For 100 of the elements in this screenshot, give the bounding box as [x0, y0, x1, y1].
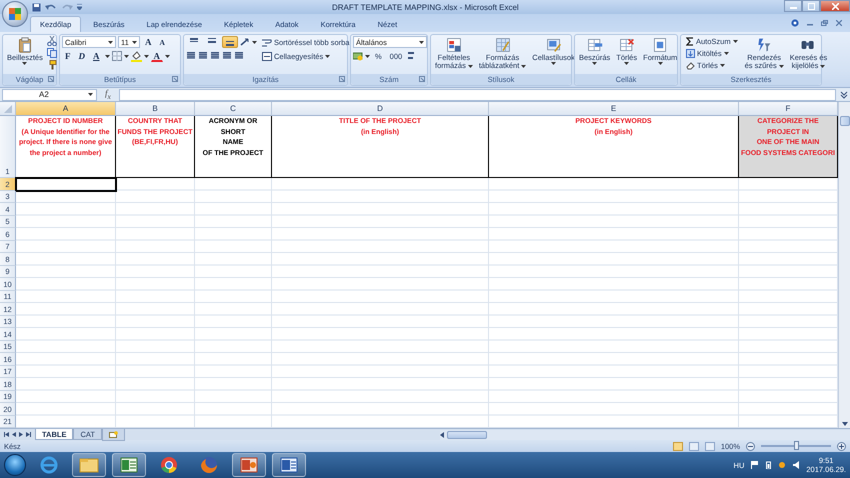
format-painter-icon[interactable]: [46, 60, 57, 70]
eraser-icon: [686, 61, 695, 70]
formula-input[interactable]: [118, 88, 836, 100]
column-header[interactable]: E: [489, 102, 739, 116]
new-sheet-icon: [108, 430, 118, 438]
restore-icon[interactable]: [821, 20, 828, 26]
vertical-align-button[interactable]: [222, 36, 238, 48]
help-icon[interactable]: [791, 19, 799, 27]
align-icon: [207, 38, 217, 46]
scissors-icon[interactable]: [46, 36, 57, 46]
column-header[interactable]: D: [272, 102, 489, 116]
insert-sheet-tab[interactable]: [102, 428, 125, 440]
orientation-icon[interactable]: [240, 38, 250, 46]
caret-icon: [724, 52, 729, 55]
expand-icon[interactable]: [840, 90, 848, 98]
start-button[interactable]: [4, 454, 26, 476]
grow-font-button[interactable]: A: [142, 36, 154, 48]
caret-icon: [365, 54, 370, 58]
caret-icon: [624, 62, 630, 65]
dialog-launcher-icon[interactable]: [339, 76, 345, 82]
taskbar-app[interactable]: [112, 453, 146, 477]
currency-icon[interactable]: [353, 51, 363, 61]
caret-icon: [468, 64, 473, 68]
clipboard-icon: [16, 37, 33, 53]
scroll-down-icon: [842, 422, 848, 426]
active-cell[interactable]: [16, 178, 116, 190]
column-header[interactable]: F: [739, 102, 838, 116]
dialog-launcher-icon[interactable]: [172, 76, 178, 82]
wrap-icon: [262, 38, 272, 46]
align-right-icon[interactable]: [210, 50, 220, 60]
previous-sheet-icon[interactable]: [12, 432, 16, 437]
insert-cells-icon: [586, 37, 603, 53]
taskbar-app[interactable]: [72, 453, 106, 477]
function-label[interactable]: f$_{x}$: [101, 88, 115, 101]
font-color-button[interactable]: A: [150, 50, 163, 62]
next-sheet-icon[interactable]: [19, 432, 23, 437]
align-center-icon[interactable]: [198, 50, 208, 60]
column-header[interactable]: C: [195, 102, 272, 116]
column-header[interactable]: A: [16, 102, 116, 116]
office-logo-icon: [8, 7, 22, 21]
fill-color-icon[interactable]: [130, 50, 142, 62]
caret-icon: [419, 40, 424, 44]
folder-icon: [79, 457, 99, 473]
caret-icon: [720, 64, 725, 67]
taskbar-app[interactable]: [272, 453, 306, 477]
copy-icon[interactable]: [46, 48, 57, 58]
column-header[interactable]: B: [116, 102, 195, 116]
caret-icon: [124, 54, 128, 58]
plus-icon: [839, 444, 844, 448]
name-box[interactable]: A2: [2, 88, 97, 100]
underline-button[interactable]: A: [90, 50, 102, 62]
dialog-launcher-icon[interactable]: [419, 76, 425, 82]
increase-indent-icon[interactable]: [234, 50, 244, 60]
battery-icon[interactable]: [766, 461, 772, 469]
conditional-format-icon: [446, 37, 462, 53]
slider-thumb[interactable]: [794, 441, 798, 450]
close-button[interactable]: [820, 0, 850, 12]
scroll-thumb[interactable]: [840, 116, 850, 126]
caret-icon: [325, 54, 330, 58]
speaker-icon[interactable]: [793, 461, 800, 469]
increase-decimal-icon[interactable]: [407, 51, 416, 61]
first-sheet-icon[interactable]: [4, 432, 9, 437]
presentation-icon: [240, 457, 258, 473]
flag-icon[interactable]: [751, 461, 760, 469]
close-icon: [832, 2, 838, 10]
network-icon[interactable]: [778, 462, 786, 468]
borders-icon[interactable]: [112, 51, 122, 61]
spreadsheet-icon: [120, 457, 138, 473]
delete-cells-icon: [618, 37, 635, 53]
scroll-left-icon: [440, 432, 444, 438]
caret-icon: [778, 64, 784, 68]
last-sheet-icon[interactable]: [26, 432, 31, 437]
horizontal-scrollbar[interactable]: [440, 430, 850, 440]
decrease-indent-icon[interactable]: [222, 50, 232, 60]
maximize-icon: [808, 2, 814, 10]
caret-icon: [592, 62, 598, 65]
bold-button[interactable]: F: [62, 50, 74, 62]
dialog-launcher-icon[interactable]: [48, 76, 54, 82]
undo-icon[interactable]: [45, 2, 57, 12]
caret-icon: [521, 64, 526, 68]
customize-icon[interactable]: [77, 4, 82, 10]
minimize-button[interactable]: [784, 0, 802, 12]
scroll-thumb[interactable]: [447, 430, 487, 438]
close-icon[interactable]: [836, 20, 842, 26]
maximize-button[interactable]: [802, 0, 820, 12]
caret-icon: [820, 64, 826, 68]
save-icon[interactable]: [32, 2, 41, 12]
caret-icon: [108, 40, 113, 44]
fill-down-icon: [686, 49, 695, 58]
zoom-out-button[interactable]: [746, 442, 755, 450]
vertical-scrollbar[interactable]: [838, 102, 850, 428]
zoom-in-button[interactable]: [837, 442, 846, 450]
merge-icon: [262, 52, 272, 60]
align-left-icon[interactable]: [186, 50, 196, 60]
italic-button[interactable]: D: [76, 50, 88, 62]
sort-filter-icon: [756, 37, 772, 53]
taskbar-app[interactable]: [232, 453, 266, 477]
caret-icon: [252, 40, 257, 44]
chrome-icon: [160, 456, 178, 474]
cell-styles-icon: [546, 37, 562, 53]
